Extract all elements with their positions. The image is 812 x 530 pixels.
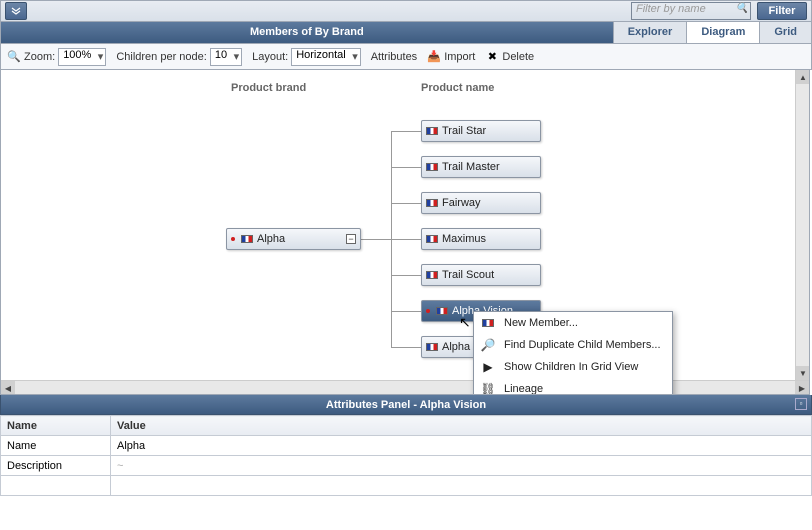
tab-grid[interactable]: Grid (759, 22, 811, 43)
zoom-label: Zoom: (24, 51, 55, 63)
node-maximus[interactable]: Maximus (421, 228, 541, 250)
scroll-left-icon[interactable]: ◀ (1, 381, 15, 395)
menu-label: Lineage (504, 383, 543, 395)
column-brand-header: Product brand (231, 82, 306, 94)
menu-label: New Member... (504, 317, 578, 329)
vertical-scrollbar[interactable]: ▲ ▼ (795, 70, 809, 380)
scroll-right-icon[interactable]: ▶ (795, 381, 809, 395)
attributes-panel-header: Attributes Panel - Alpha Vision ▫ (0, 395, 812, 415)
attr-value-cell[interactable]: ~ (111, 456, 812, 476)
table-row (1, 476, 812, 496)
menu-show-grid[interactable]: ▶ Show Children In Grid View (474, 356, 672, 378)
collapse-icon[interactable]: − (346, 234, 356, 244)
node-fairway[interactable]: Fairway (421, 192, 541, 214)
diagram-canvas[interactable]: Product brand Product name Alpha − Trail… (0, 70, 810, 395)
node-trail-master[interactable]: Trail Master (421, 156, 541, 178)
delete-icon: ✖ (485, 50, 499, 64)
scroll-down-icon[interactable]: ▼ (796, 366, 810, 380)
attr-name-cell: Name (1, 436, 111, 456)
flag-icon (480, 315, 496, 331)
table-row[interactable]: Name Alpha (1, 436, 812, 456)
children-select[interactable]: 10 (210, 48, 242, 66)
horizontal-scrollbar[interactable]: ◀ ▶ (1, 380, 809, 394)
page-title: Members of By Brand (1, 22, 613, 43)
node-label: Alpha (257, 233, 285, 245)
attributes-button[interactable]: Attributes (371, 51, 417, 63)
column-name-header: Product name (421, 82, 494, 94)
table-row[interactable]: Description ~ (1, 456, 812, 476)
flag-icon (426, 127, 438, 135)
flag-icon (426, 343, 438, 351)
node-label: Trail Star (442, 125, 486, 137)
node-trail-star[interactable]: Trail Star (421, 120, 541, 142)
expand-down-button[interactable] (5, 2, 27, 20)
attr-value-cell[interactable]: Alpha (111, 436, 812, 456)
zoom-select[interactable]: 100% (58, 48, 106, 66)
import-button[interactable]: 📥 Import (427, 50, 475, 64)
minimize-icon[interactable]: ▫ (795, 398, 807, 410)
scroll-up-icon[interactable]: ▲ (796, 70, 810, 84)
flag-icon (426, 271, 438, 279)
delete-button[interactable]: ✖ Delete (485, 50, 534, 64)
menu-label: Show Children In Grid View (504, 361, 638, 373)
import-icon: 📥 (427, 50, 441, 64)
node-label: Fairway (442, 197, 481, 209)
marker-icon (231, 237, 235, 241)
flag-icon (426, 163, 438, 171)
menu-find-duplicate[interactable]: 🔎 Find Duplicate Child Members... (474, 334, 672, 356)
node-label: Maximus (442, 233, 486, 245)
cursor-icon: ↖ (459, 314, 471, 331)
children-label: Children per node: (116, 51, 207, 63)
attr-name-cell: Description (1, 456, 111, 476)
node-label: Trail Master (442, 161, 500, 173)
node-alpha[interactable]: Alpha − (226, 228, 361, 250)
flag-icon (436, 307, 448, 315)
filter-button[interactable]: Filter (757, 2, 807, 20)
attributes-table: Name Value Name Alpha Description ~ (0, 415, 812, 496)
context-menu: New Member... 🔎 Find Duplicate Child Memb… (473, 311, 673, 395)
tab-diagram[interactable]: Diagram (686, 22, 759, 43)
zoom-icon: 🔍 (7, 50, 21, 64)
flag-icon: 🔎 (480, 337, 496, 353)
layout-label: Layout: (252, 51, 288, 63)
flag-icon (426, 199, 438, 207)
play-icon: ▶ (480, 359, 496, 375)
col-value-header: Value (111, 416, 812, 436)
flag-icon (241, 235, 253, 243)
menu-lineage[interactable]: ⛓ Lineage (474, 378, 672, 395)
col-name-header: Name (1, 416, 111, 436)
menu-new-member[interactable]: New Member... (474, 312, 672, 334)
tab-explorer[interactable]: Explorer (613, 22, 687, 43)
lineage-icon: ⛓ (480, 381, 496, 395)
filter-input[interactable]: Filter by name (631, 2, 751, 20)
flag-icon (426, 235, 438, 243)
marker-icon (426, 309, 430, 313)
node-trail-scout[interactable]: Trail Scout (421, 264, 541, 286)
layout-select[interactable]: Horizontal (291, 48, 361, 66)
menu-label: Find Duplicate Child Members... (504, 339, 661, 351)
node-label: Trail Scout (442, 269, 494, 281)
